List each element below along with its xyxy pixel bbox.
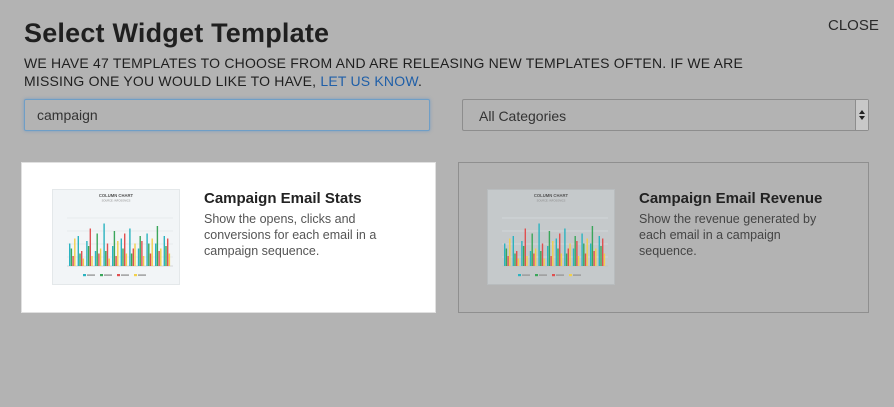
svg-text:COLUMN CHART: COLUMN CHART (99, 193, 134, 198)
subtitle: WE HAVE 47 TEMPLATES TO CHOOSE FROM AND … (24, 54, 784, 90)
template-card-campaign-email-revenue[interactable]: COLUMN CHART SOURCE: INFOSONICS Campaign … (458, 162, 869, 313)
template-card-campaign-email-stats[interactable]: COLUMN CHART SOURCE: INFOSONICS Campaign … (21, 162, 436, 313)
close-button[interactable]: CLOSE (828, 17, 879, 34)
template-description: Show the revenue generated by each email… (639, 212, 817, 258)
svg-text:SOURCE: INFOSONICS: SOURCE: INFOSONICS (537, 199, 566, 203)
column-chart-thumbnail: COLUMN CHART SOURCE: INFOSONICS (487, 189, 615, 285)
search-input[interactable] (24, 99, 430, 131)
template-title: Campaign Email Revenue (639, 190, 823, 207)
let-us-know-link[interactable]: LET US KNOW (320, 73, 418, 89)
category-select[interactable]: All Categories (462, 99, 869, 131)
category-select-value: All Categories (479, 108, 567, 124)
subtitle-end: . (417, 73, 423, 89)
page-title: Select Widget Template (24, 18, 330, 48)
svg-text:SOURCE: INFOSONICS: SOURCE: INFOSONICS (102, 199, 131, 203)
column-chart-thumbnail: COLUMN CHART SOURCE: INFOSONICS (52, 189, 180, 285)
template-description: Show the opens, clicks and conversions f… (204, 212, 377, 258)
svg-text:COLUMN CHART: COLUMN CHART (534, 193, 569, 198)
template-title: Campaign Email Stats (204, 190, 362, 207)
select-arrows-icon[interactable] (855, 100, 868, 130)
